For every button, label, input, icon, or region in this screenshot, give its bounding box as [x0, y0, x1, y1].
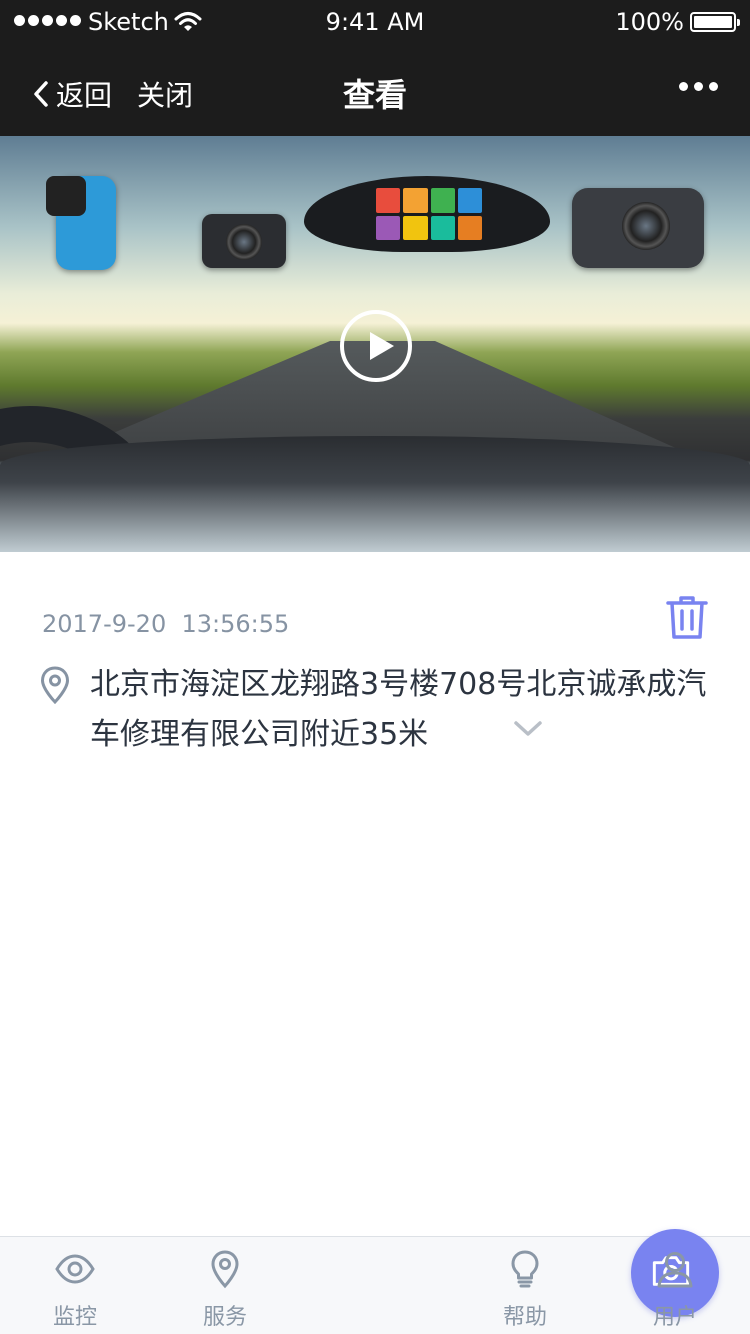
status-bar: Sketch 9:41 AM 100% [0, 0, 750, 44]
user-icon [657, 1252, 693, 1288]
chevron-down-icon[interactable] [512, 718, 544, 740]
more-options-button[interactable] [679, 82, 718, 91]
lightbulb-icon [511, 1250, 539, 1288]
tab-user[interactable]: 用户 [600, 1237, 750, 1334]
more-dot [679, 82, 688, 91]
tab-bar: 监控 服务 帮助 用户 [0, 1229, 750, 1334]
top-bar: Sketch 9:41 AM 100% 返回 关闭 查看 [0, 0, 750, 136]
dashboard-graphic [0, 436, 750, 552]
tab-label: 监控 [52, 1305, 97, 1330]
location-pin-icon [211, 1250, 239, 1289]
tab-label: 服务 [202, 1305, 247, 1330]
play-button[interactable] [340, 310, 412, 382]
dashcam-image-1 [46, 176, 116, 270]
eye-icon [55, 1254, 95, 1284]
trash-icon[interactable] [664, 594, 710, 640]
dashcam-image-2 [202, 214, 286, 268]
navigation-bar: 返回 关闭 查看 [0, 44, 750, 136]
location-pin-icon [40, 666, 70, 704]
tab-label: 帮助 [502, 1305, 547, 1330]
record-address: 北京市海淀区龙翔路3号楼708号北京诚承成汽车修理有限公司附近35米 [90, 667, 707, 752]
close-button[interactable]: 关闭 [137, 74, 193, 114]
page-title: 查看 [342, 76, 407, 114]
tab-camera[interactable] [300, 1229, 719, 1334]
play-icon [370, 332, 394, 360]
chevron-left-icon [34, 81, 48, 107]
tab-monitor[interactable]: 监控 [0, 1237, 150, 1334]
back-button[interactable]: 返回 [32, 74, 112, 114]
more-dot [694, 82, 703, 91]
battery-icon [690, 12, 740, 32]
video-player[interactable] [0, 136, 750, 552]
dashcam-image-3 [572, 188, 704, 268]
tab-label: 用户 [652, 1305, 697, 1330]
tab-help[interactable]: 帮助 [450, 1237, 600, 1334]
more-dot [709, 82, 718, 91]
battery-percentage: 100% [615, 8, 684, 36]
back-label: 返回 [56, 79, 113, 112]
mirror-dashcam-image [304, 176, 550, 252]
record-datetime: 2017-9-20 13:56:55 [42, 610, 290, 638]
tab-service[interactable]: 服务 [150, 1237, 300, 1334]
